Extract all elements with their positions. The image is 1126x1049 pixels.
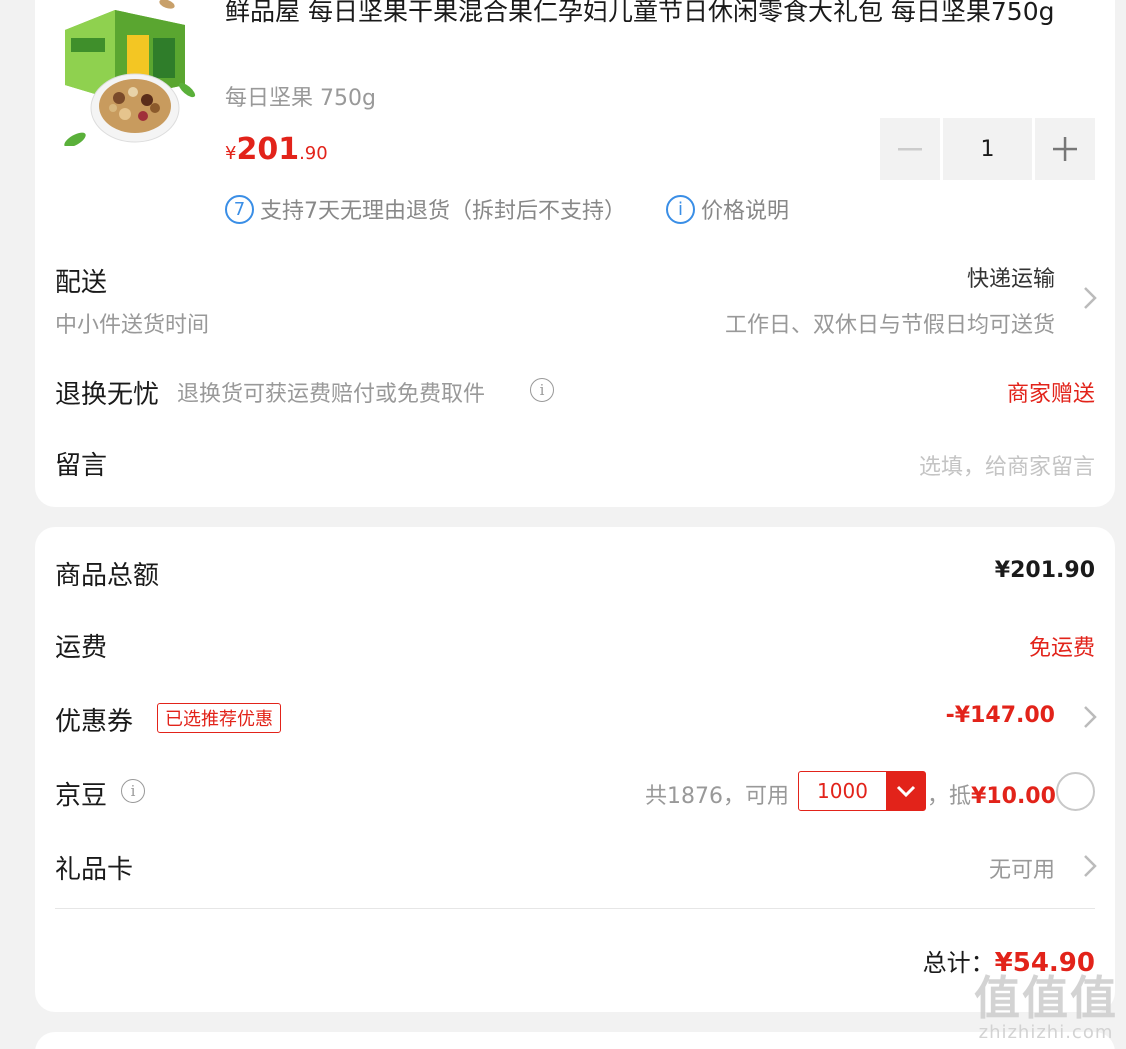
beans-total: 共1876，可用 bbox=[645, 784, 789, 809]
coupon-tag: 已选推荐优惠 bbox=[157, 703, 281, 733]
chevron-down-icon bbox=[896, 785, 915, 798]
price-info-text: 价格说明 bbox=[701, 199, 790, 224]
beans-radio[interactable] bbox=[1056, 772, 1095, 811]
increment-button[interactable] bbox=[1035, 118, 1095, 180]
decrement-button[interactable] bbox=[880, 118, 940, 180]
info-icon: i bbox=[666, 194, 695, 224]
goods-total-label: 商品总额 bbox=[55, 561, 160, 591]
beans-select-value: 1000 bbox=[817, 779, 868, 803]
delivery-method[interactable]: 快递运输 bbox=[967, 261, 1055, 293]
quantity-value[interactable]: 1 bbox=[943, 118, 1032, 180]
goods-total-value: ¥201.90 bbox=[994, 558, 1095, 583]
divider bbox=[55, 908, 1095, 909]
quantity-stepper: 1 bbox=[880, 118, 1095, 180]
product-image[interactable] bbox=[55, 0, 201, 146]
order-item-card: 鲜品屋 每日坚果干果混合果仁孕妇儿童节日休闲零食大礼包 每日坚果750g 每日坚… bbox=[35, 0, 1115, 507]
price-info-link[interactable]: i 价格说明 bbox=[666, 193, 789, 225]
delivery-schedule[interactable]: 工作日、双休日与节假日均可送货 bbox=[725, 307, 1055, 339]
beans-offset-prefix: ，抵 bbox=[927, 784, 972, 809]
message-input[interactable]: 选填，给商家留言 bbox=[919, 449, 1095, 481]
price-summary-card: 商品总额 ¥201.90 运费 免运费 优惠券 已选推荐优惠 -¥147.00 … bbox=[35, 527, 1115, 1012]
beans-select[interactable]: 1000 bbox=[798, 771, 926, 811]
return-worry-label: 退换无忧 bbox=[55, 380, 160, 410]
product-price: ¥201.90 bbox=[225, 132, 328, 167]
watermark: 值值值 zhizhizhi.com bbox=[974, 974, 1118, 1043]
price-integer: 201 bbox=[236, 132, 300, 167]
info-icon[interactable]: i bbox=[530, 378, 554, 402]
plus-icon bbox=[1053, 137, 1077, 161]
watermark-url: zhizhizhi.com bbox=[978, 1022, 1114, 1043]
product-spec: 每日坚果 750g bbox=[225, 86, 376, 111]
dropdown-button[interactable] bbox=[886, 772, 925, 810]
minus-icon bbox=[898, 148, 922, 151]
giftcard-label: 礼品卡 bbox=[55, 855, 134, 885]
delivery-sub-label: 中小件送货时间 bbox=[55, 313, 210, 338]
watermark-logo: 值值值 bbox=[974, 971, 1118, 1025]
beans-label: 京豆 bbox=[55, 781, 108, 811]
price-decimal: .90 bbox=[299, 143, 328, 164]
beans-offset-value: ¥10.00 bbox=[971, 784, 1056, 809]
message-label: 留言 bbox=[55, 451, 108, 481]
giftcard-value[interactable]: 无可用 bbox=[989, 852, 1055, 884]
return-worry-value: 商家赠送 bbox=[1006, 382, 1095, 407]
chevron-right-icon[interactable] bbox=[1080, 284, 1100, 312]
coupon-label: 优惠券 bbox=[55, 707, 134, 737]
return-policy[interactable]: 7 支持7天无理由退货（拆封后不支持） bbox=[225, 193, 626, 225]
product-title[interactable]: 鲜品屋 每日坚果干果混合果仁孕妇儿童节日休闲零食大礼包 每日坚果750g bbox=[225, 0, 1095, 30]
info-icon[interactable]: i bbox=[121, 779, 145, 803]
chevron-right-icon[interactable] bbox=[1080, 852, 1100, 880]
beans-offset: ，抵¥10.00 bbox=[927, 778, 1056, 810]
price-currency: ¥ bbox=[225, 143, 237, 164]
shipping-value: 免运费 bbox=[1028, 636, 1095, 661]
seven-day-icon: 7 bbox=[225, 194, 254, 224]
return-policy-text: 支持7天无理由退货（拆封后不支持） bbox=[260, 199, 626, 224]
chevron-right-icon[interactable] bbox=[1080, 703, 1100, 731]
delivery-label: 配送 bbox=[55, 268, 108, 298]
shipping-label: 运费 bbox=[55, 633, 108, 663]
return-worry-desc: 退换货可获运费赔付或免费取件 bbox=[177, 382, 486, 407]
coupon-value[interactable]: -¥147.00 bbox=[946, 703, 1055, 728]
next-card bbox=[35, 1032, 1115, 1049]
